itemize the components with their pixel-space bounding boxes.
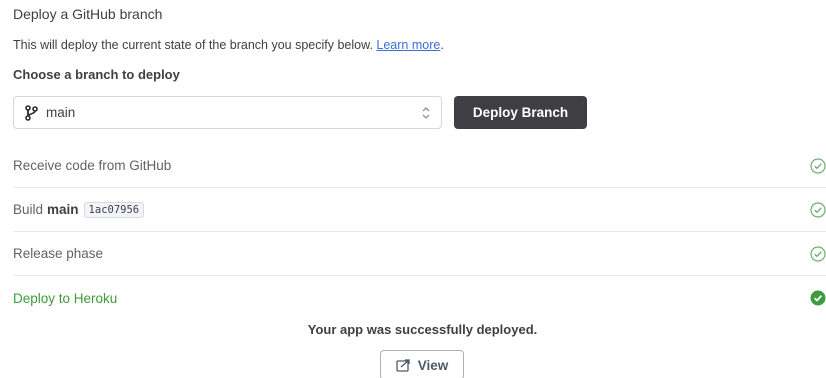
view-app-button[interactable]: View <box>380 350 464 378</box>
view-button-label: View <box>417 357 449 373</box>
deploy-step-release: Release phase <box>13 232 826 276</box>
check-filled-icon <box>810 290 826 306</box>
deploy-success-message: Your app was successfully deployed. <box>307 322 538 337</box>
description-text: This will deploy the current state of th… <box>13 38 373 52</box>
select-arrows-icon <box>421 106 431 120</box>
deploy-step-build: Build main 1ac07956 <box>13 188 826 232</box>
deploy-branch-button[interactable]: Deploy Branch <box>454 96 587 129</box>
branch-select-value: main <box>46 105 76 120</box>
section-title: Deploy a GitHub branch <box>13 6 163 22</box>
git-branch-icon <box>25 104 39 121</box>
step-branch-name: main <box>47 202 79 217</box>
section-description: This will deploy the current state of th… <box>13 38 444 52</box>
branch-select[interactable]: main <box>13 96 442 129</box>
learn-more-link[interactable]: Learn more <box>376 38 440 52</box>
check-circle-icon <box>810 246 826 262</box>
description-suffix: . <box>440 38 444 52</box>
step-label: Release phase <box>13 246 104 261</box>
deploy-step-receive: Receive code from GitHub <box>13 144 826 188</box>
deploy-panel: Deploy a GitHub branch This will deploy … <box>0 0 826 378</box>
commit-hash-badge[interactable]: 1ac07956 <box>83 201 145 218</box>
step-label: Build main 1ac07956 <box>13 201 145 218</box>
deploy-step-heroku: Deploy to Heroku <box>13 276 826 320</box>
external-link-icon <box>396 358 410 372</box>
step-label-prefix: Build <box>13 202 44 217</box>
step-label: Deploy to Heroku <box>13 290 118 306</box>
choose-branch-label: Choose a branch to deploy <box>13 67 180 82</box>
check-circle-icon <box>810 158 826 174</box>
step-label: Receive code from GitHub <box>13 158 172 173</box>
check-circle-icon <box>810 202 826 218</box>
